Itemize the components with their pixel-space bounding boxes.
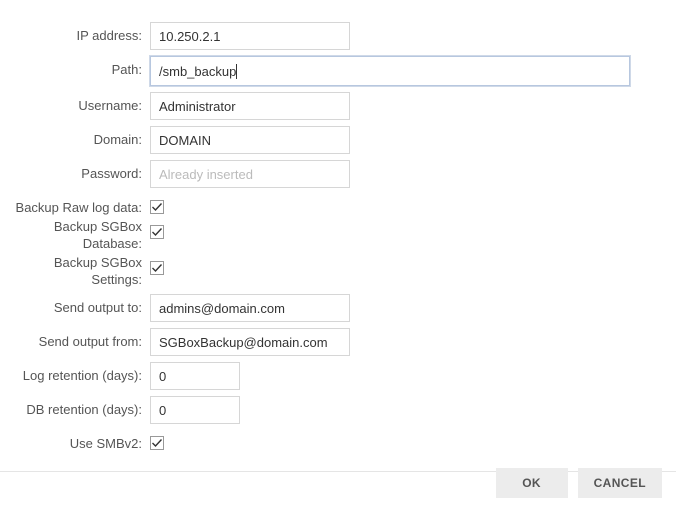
backup-settings-label: Backup SGBox Settings: bbox=[0, 255, 150, 289]
send-to-label: Send output to: bbox=[0, 294, 150, 317]
check-icon bbox=[151, 262, 163, 274]
backup-raw-label: Backup Raw log data: bbox=[0, 194, 150, 217]
path-input[interactable]: /smb_backup bbox=[150, 56, 630, 86]
domain-input[interactable] bbox=[150, 126, 350, 154]
use-smbv2-checkbox[interactable] bbox=[150, 436, 164, 450]
text-caret bbox=[236, 64, 237, 79]
log-retention-input[interactable] bbox=[150, 362, 240, 390]
backup-db-checkbox[interactable] bbox=[150, 225, 164, 239]
password-label: Password: bbox=[0, 160, 150, 183]
check-icon bbox=[151, 201, 163, 213]
log-retention-label: Log retention (days): bbox=[0, 362, 150, 385]
dialog-footer: OK CANCEL bbox=[496, 468, 662, 498]
send-from-label: Send output from: bbox=[0, 328, 150, 351]
check-icon bbox=[151, 437, 163, 449]
send-output-from-input[interactable] bbox=[150, 328, 350, 356]
ip-address-input[interactable] bbox=[150, 22, 350, 50]
backup-settings-form: IP address: Path: /smb_backup Username: … bbox=[0, 0, 676, 453]
username-input[interactable] bbox=[150, 92, 350, 120]
backup-raw-checkbox[interactable] bbox=[150, 200, 164, 214]
domain-label: Domain: bbox=[0, 126, 150, 149]
send-output-to-input[interactable] bbox=[150, 294, 350, 322]
cancel-button[interactable]: CANCEL bbox=[578, 468, 662, 498]
ok-button[interactable]: OK bbox=[496, 468, 568, 498]
password-input[interactable] bbox=[150, 160, 350, 188]
smb-label: Use SMBv2: bbox=[0, 430, 150, 453]
ip-label: IP address: bbox=[0, 22, 150, 45]
db-retention-label: DB retention (days): bbox=[0, 396, 150, 419]
username-label: Username: bbox=[0, 92, 150, 115]
backup-db-label: Backup SGBox Database: bbox=[0, 219, 150, 253]
check-icon bbox=[151, 226, 163, 238]
db-retention-input[interactable] bbox=[150, 396, 240, 424]
path-label: Path: bbox=[0, 56, 150, 79]
backup-settings-checkbox[interactable] bbox=[150, 261, 164, 275]
